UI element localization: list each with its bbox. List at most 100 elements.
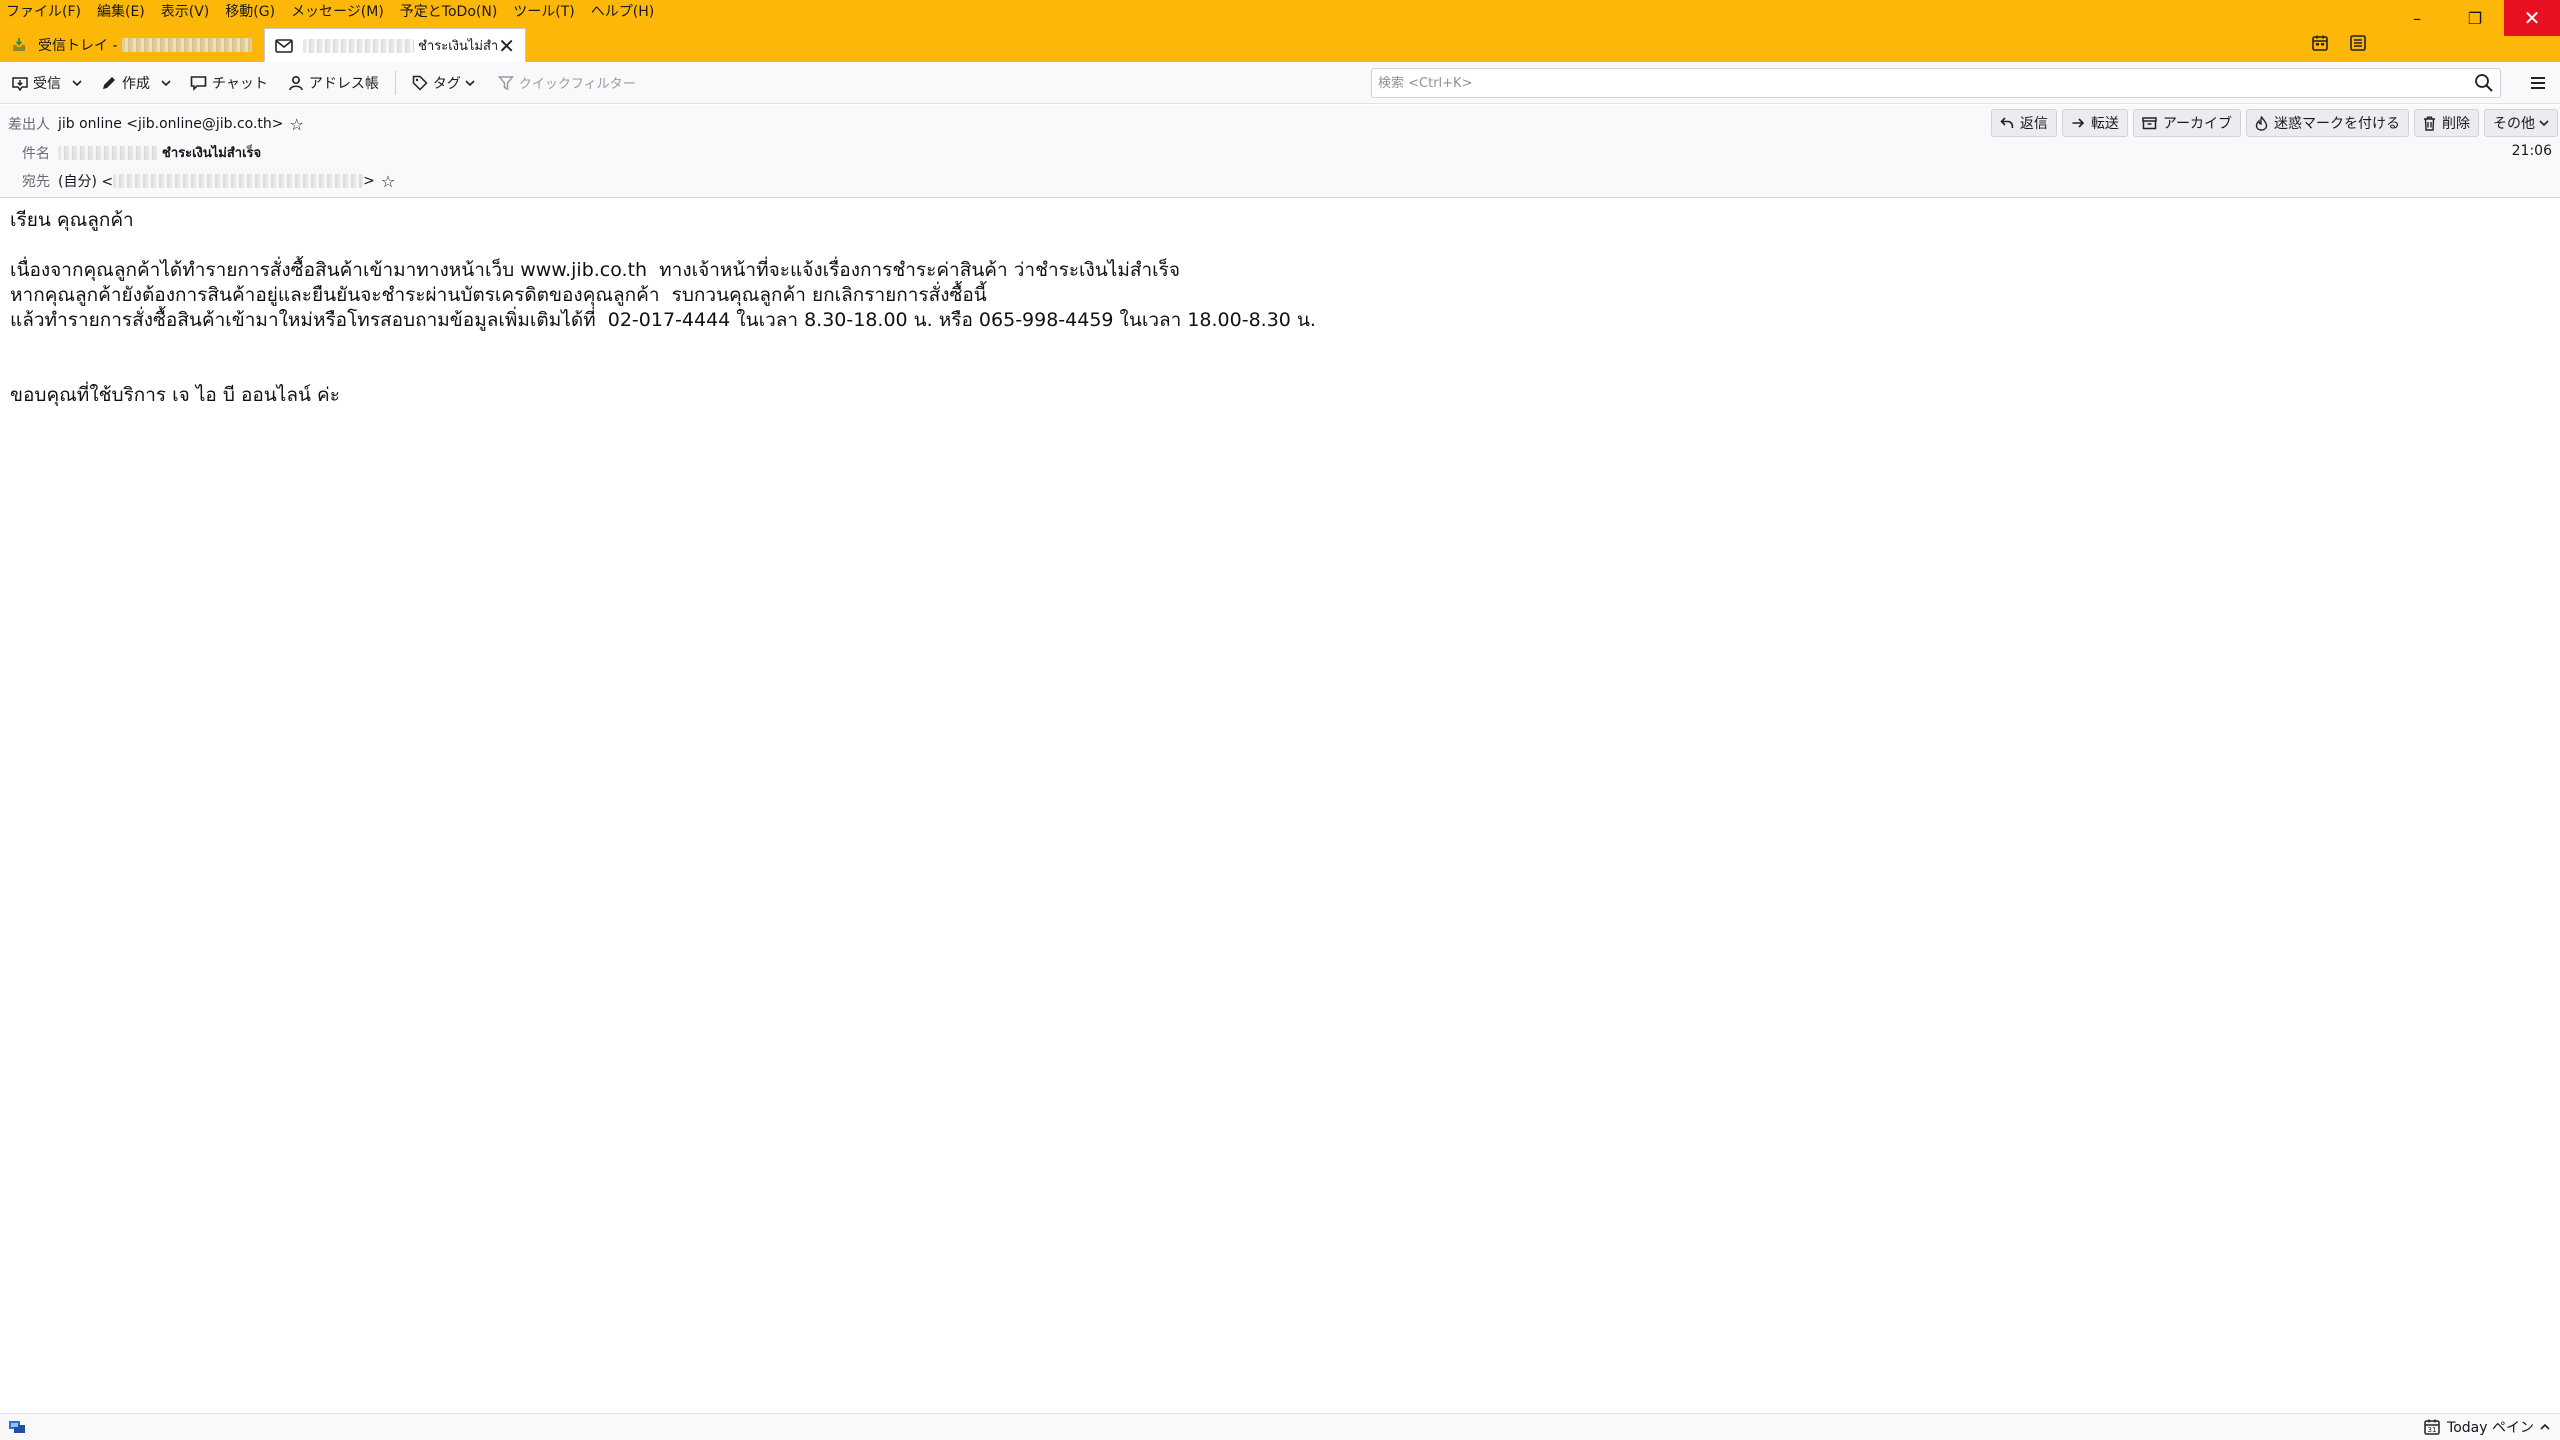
tab-message-label: ชำระเงินไม่สำ [418,39,499,54]
status-bar: 31 Today ペイン [0,1413,2560,1440]
to-prefix[interactable]: (自分) < [58,171,113,191]
svg-text:31: 31 [2428,1426,2437,1434]
other-actions-button[interactable]: その他 [2484,109,2558,137]
message-body: เรียน คุณลูกค้า เนื่องจากคุณลูกค้าได้ทำร… [10,208,2550,408]
menu-bar: ファイル(F) 編集(E) 表示(V) 移動(G) メッセージ(M) 予定とTo… [0,0,670,22]
from-label: 差出人 [8,117,50,133]
menu-file[interactable]: ファイル(F) [6,1,81,21]
message-time: 21:06 [2511,143,2552,159]
tag-button[interactable]: タグ [406,68,486,98]
redacted-recipient [113,174,364,188]
body-thanks: ขอบคุณที่ใช้บริการ เจ ไอ บี ออนไลน์ ค่ะ [10,384,340,406]
reply-label: 返信 [2019,116,2048,132]
star-icon[interactable]: ☆ [381,172,395,191]
download-icon [12,76,28,91]
tab-message[interactable]: ชำระเงินไม่สำ ✕ [264,28,526,62]
reply-icon [2000,117,2014,129]
get-messages-button[interactable]: 受信 [6,68,67,98]
body-line-2: หากคุณลูกค้ายังต้องการสินค้าอยู่และยืนยั… [10,284,987,306]
to-label: 宛先 [22,174,50,190]
menu-go[interactable]: 移動(G) [225,1,275,21]
today-pane-toggle[interactable]: 31 Today ペイン [2423,1417,2550,1437]
body-greeting: เรียน คุณลูกค้า [10,209,134,231]
junk-button[interactable]: 迷惑マークを付ける [2246,109,2409,137]
inbox-icon [10,36,28,54]
redacted-account [121,38,252,52]
subject-label: 件名 [22,145,50,162]
calendar-icon: 31 [2424,1419,2440,1435]
menu-view[interactable]: 表示(V) [161,1,210,21]
menu-events-tasks[interactable]: 予定とToDo(N) [400,1,497,21]
chat-button[interactable]: チャット [184,68,274,98]
subject-row: 件名 ชำระเงินไม่สำเร็จ [22,142,261,163]
other-actions-label: その他 [2493,116,2535,132]
delete-label: 削除 [2442,116,2470,132]
quick-filter-button[interactable]: クイックフィルター [492,68,642,98]
body-spacer [10,233,2550,258]
chevron-down-icon [72,79,82,86]
body-spacer [10,333,2550,383]
close-tab-icon[interactable]: ✕ [498,34,515,58]
search-input[interactable] [1378,75,2474,91]
title-bar: ファイル(F) 編集(E) 表示(V) 移動(G) メッセージ(M) 予定とTo… [0,0,2560,62]
tag-label: タグ [432,75,461,92]
menu-edit[interactable]: 編集(E) [97,1,145,21]
delete-button[interactable]: 削除 [2414,109,2479,137]
filter-icon [497,75,514,90]
search-icon[interactable] [2474,73,2494,93]
chat-icon [190,75,207,91]
forward-icon [2072,118,2084,128]
star-icon[interactable]: ☆ [290,115,304,134]
hamburger-icon [2531,77,2545,89]
write-label: 作成 [122,75,150,92]
quick-filter-label: クイックフィルター [518,77,636,92]
spaces-toolbar [2308,31,2370,55]
redacted-subject-prefix [58,145,158,160]
header-actions: 返信 転送 アーカイブ 迷惑マークを付ける 削除 その他 [1990,109,2560,137]
junk-label: 迷惑マークを付ける [2274,116,2400,132]
main-toolbar: 受信 作成 チャット アドレス帳 タグ クイックフィルター [0,62,2560,104]
address-book-label: アドレス帳 [308,75,379,92]
subject-value: ชำระเงินไม่สำเร็จ [162,146,262,161]
chevron-down-icon [161,79,171,86]
tab-strip: 受信トレイ - ชำระเงินไม่สำ ✕ [0,25,2560,62]
archive-button[interactable]: アーカイブ [2132,109,2241,137]
pencil-icon [103,76,115,89]
chevron-down-icon [2539,120,2549,127]
chevron-down-icon [465,79,475,86]
archive-label: アーカイブ [2162,116,2232,132]
address-book-button[interactable]: アドレス帳 [282,68,385,98]
online-status-icon[interactable] [8,1419,26,1439]
body-line-3: แล้วทำรายการสั่งซื้อสินค้าเข้ามาใหม่หรือ… [10,309,1316,331]
search-box[interactable] [1371,68,2501,98]
to-suffix: > [363,173,375,189]
tag-icon [412,75,428,91]
envelope-icon [275,37,293,55]
to-row: 宛先 (自分) < > ☆ [22,171,395,191]
forward-button[interactable]: 転送 [2061,109,2128,137]
chat-label: チャット [212,75,268,92]
get-messages-dropdown[interactable] [67,68,87,98]
get-messages-label: 受信 [33,75,61,92]
address-book-icon [289,75,303,90]
app-menu-button[interactable] [2526,71,2550,95]
calendar-icon[interactable] [2308,31,2332,55]
menu-tools[interactable]: ツール(T) [513,1,574,21]
chevron-up-icon [2540,1423,2550,1430]
tab-inbox[interactable]: 受信トレイ - [0,28,262,62]
reply-button[interactable]: 返信 [1990,109,2057,137]
body-line-1: เนื่องจากคุณลูกค้าได้ทำรายการสั่งซื้อสิน… [10,259,1180,281]
tasks-icon[interactable] [2346,31,2370,55]
today-pane-label: Today ペイン [2447,1420,2534,1436]
menu-message[interactable]: メッセージ(M) [291,1,384,21]
from-row: 差出人 jib online <jib.online@jib.co.th> ☆ [8,114,304,134]
trash-icon [2424,116,2435,131]
tab-inbox-label: 受信トレイ - [38,38,118,54]
message-header: 差出人 jib online <jib.online@jib.co.th> ☆ … [0,105,2560,198]
toolbar-separator [394,70,396,95]
from-value[interactable]: jib online <jib.online@jib.co.th> [58,116,284,132]
menu-help[interactable]: ヘルプ(H) [591,1,654,21]
flame-icon [2255,115,2268,131]
write-button[interactable]: 作成 [95,68,156,98]
write-dropdown[interactable] [156,68,176,98]
